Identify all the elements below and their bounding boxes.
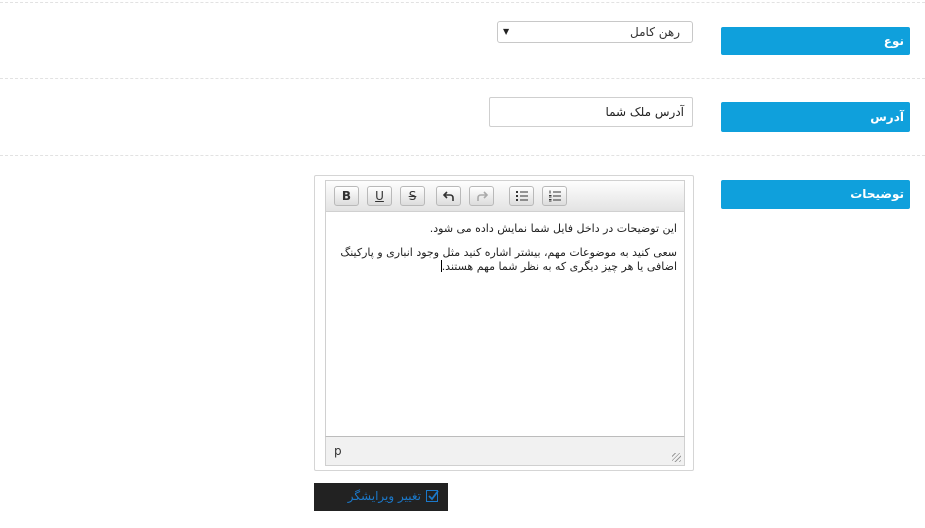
type-select-value: رهن کامل bbox=[630, 25, 680, 39]
bold-button[interactable]: B bbox=[334, 186, 359, 206]
element-path[interactable]: p bbox=[334, 444, 342, 458]
underline-button[interactable]: U bbox=[367, 186, 392, 206]
redo-icon bbox=[476, 191, 488, 201]
editor-status-bar: p bbox=[325, 436, 685, 466]
row-divider bbox=[0, 2, 925, 3]
editor-paragraph-with-caret: سعی کنید به موضوعات مهم، بیشتر اشاره کنی… bbox=[334, 246, 677, 274]
type-label: نوع bbox=[721, 27, 910, 55]
strikethrough-button[interactable]: S bbox=[400, 186, 425, 206]
checkmark-icon bbox=[428, 490, 439, 501]
undo-icon bbox=[442, 191, 454, 201]
rich-text-editor: B U S این توضیحات در داخل فایل شما نمایش… bbox=[314, 175, 694, 471]
numbered-list-icon bbox=[548, 190, 561, 202]
type-select[interactable]: رهن کامل ▼ bbox=[497, 21, 693, 43]
editor-toolbar: B U S bbox=[325, 180, 685, 212]
editor-content-area[interactable]: این توضیحات در داخل فایل شما نمایش داده … bbox=[325, 212, 685, 436]
toggle-editor-label: تغییر ویرایشگر bbox=[347, 489, 421, 503]
address-label: آدرس bbox=[721, 102, 910, 132]
numbered-list-button[interactable] bbox=[542, 186, 567, 206]
undo-button[interactable] bbox=[436, 186, 461, 206]
editor-paragraph: این توضیحات در داخل فایل شما نمایش داده … bbox=[429, 222, 677, 235]
row-divider bbox=[0, 155, 925, 156]
bullet-list-button[interactable] bbox=[509, 186, 534, 206]
address-input[interactable]: آدرس ملک شما bbox=[489, 97, 693, 127]
editor-paragraph: سعی کنید به موضوعات مهم، بیشتر اشاره کنی… bbox=[340, 246, 677, 273]
resize-grip-icon[interactable] bbox=[672, 453, 681, 462]
row-divider bbox=[0, 78, 925, 79]
redo-button[interactable] bbox=[469, 186, 494, 206]
toggle-editor-button[interactable]: تغییر ویرایشگر bbox=[314, 483, 448, 511]
checkbox[interactable] bbox=[426, 490, 439, 502]
description-label: توضیحات bbox=[721, 180, 910, 209]
dropdown-arrow-icon: ▼ bbox=[503, 27, 510, 36]
bullet-list-icon bbox=[515, 191, 528, 201]
